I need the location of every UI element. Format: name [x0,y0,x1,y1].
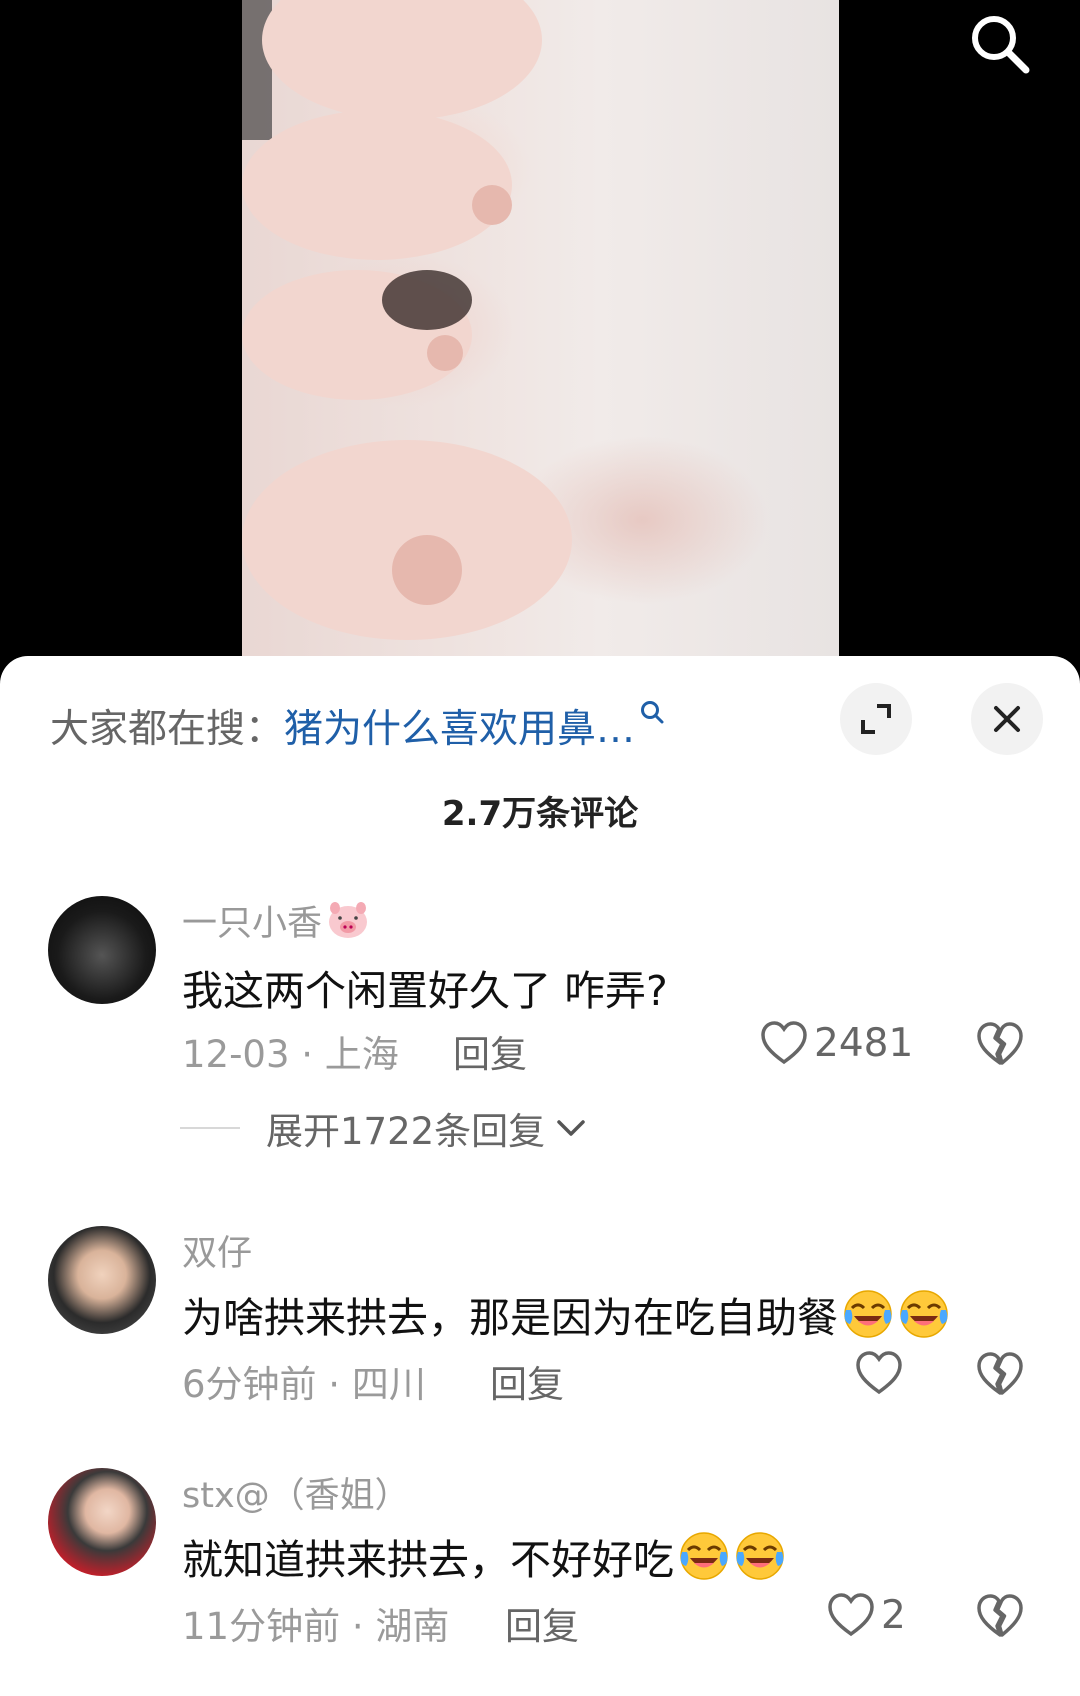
divider-line [180,1127,240,1129]
search-icon[interactable] [968,12,1032,76]
expand-icon [861,704,891,734]
comment-username[interactable]: stx@（香姐） [182,1468,410,1516]
piglet [242,110,512,260]
close-icon [994,706,1020,732]
chevron-down-icon [557,1120,585,1136]
like-button[interactable]: 2 [827,1592,906,1638]
like-button[interactable]: 2481 [760,1020,913,1066]
search-icon [641,701,664,724]
like-count: 2481 [814,1020,914,1066]
comment-text-body: 就知道拱来拱去，不好好吃 [182,1536,674,1584]
like-count: 2 [881,1592,906,1638]
piglet-snout [392,535,462,605]
comment-text: 为啥拱来拱去，那是因为在吃自助餐 [182,1284,950,1344]
video-frame [242,0,839,656]
reply-button[interactable]: 回复 [453,1024,527,1078]
video-player[interactable] [0,0,1080,656]
comment-text: 我这两个闲置好久了 咋弄? [182,967,668,1015]
hot-search-bar[interactable]: 大家都在搜： 猪为什么喜欢用鼻… [50,696,665,756]
reply-button[interactable]: 回复 [505,1596,579,1650]
username-text: 一只小香 [182,903,323,944]
close-button[interactable] [971,683,1043,755]
dislike-broken-heart-icon[interactable] [975,1590,1025,1640]
crying-laughing-emoji [900,1290,948,1338]
comment-count: 2.7万条评论 [441,794,639,834]
heart-icon [828,1593,874,1637]
comment-meta: 6分钟前 · 四川 [182,1363,426,1406]
comment-sheet: 大家都在搜： 猪为什么喜欢用鼻… 2.7万条评论 一只小香 我这两个闲置好久了 … [0,656,1080,1696]
crying-laughing-emoji [844,1290,892,1338]
piglet [262,0,542,120]
comment-text: 就知道拱来拱去，不好好吃 [182,1526,786,1586]
dislike-broken-heart-icon[interactable] [975,1348,1025,1398]
hot-search-query[interactable]: 猪为什么喜欢用鼻… [284,698,635,754]
avatar[interactable] [48,1226,156,1334]
expand-sheet-button[interactable] [840,683,912,755]
comment-text-body: 为啥拱来拱去，那是因为在吃自助餐 [182,1294,838,1342]
reply-button[interactable]: 回复 [490,1354,564,1408]
avatar[interactable] [48,896,156,1004]
heart-icon [856,1351,902,1395]
crying-laughing-emoji [680,1532,728,1580]
heart-icon [761,1021,807,1065]
comment-meta: 12-03 · 上海 [182,1033,399,1076]
dislike-broken-heart-icon[interactable] [975,1018,1025,1068]
piglet-snout [472,185,512,225]
avatar[interactable] [48,1468,156,1576]
comment-meta: 11分钟前 · 湖南 [182,1605,450,1648]
comment-username[interactable]: 一只小香 [182,896,370,944]
like-button[interactable] [855,1350,903,1396]
hot-search-prefix: 大家都在搜： [50,707,285,752]
piglet-snout [427,335,463,371]
crying-laughing-emoji [736,1532,784,1580]
shadow-gap [382,270,472,330]
comment-username[interactable]: 双仔 [182,1226,252,1274]
expand-replies-button[interactable]: 展开1722条回复 [180,1101,587,1155]
expand-replies-label: 展开1722条回复 [266,1110,546,1153]
pig-face-emoji [329,902,368,938]
